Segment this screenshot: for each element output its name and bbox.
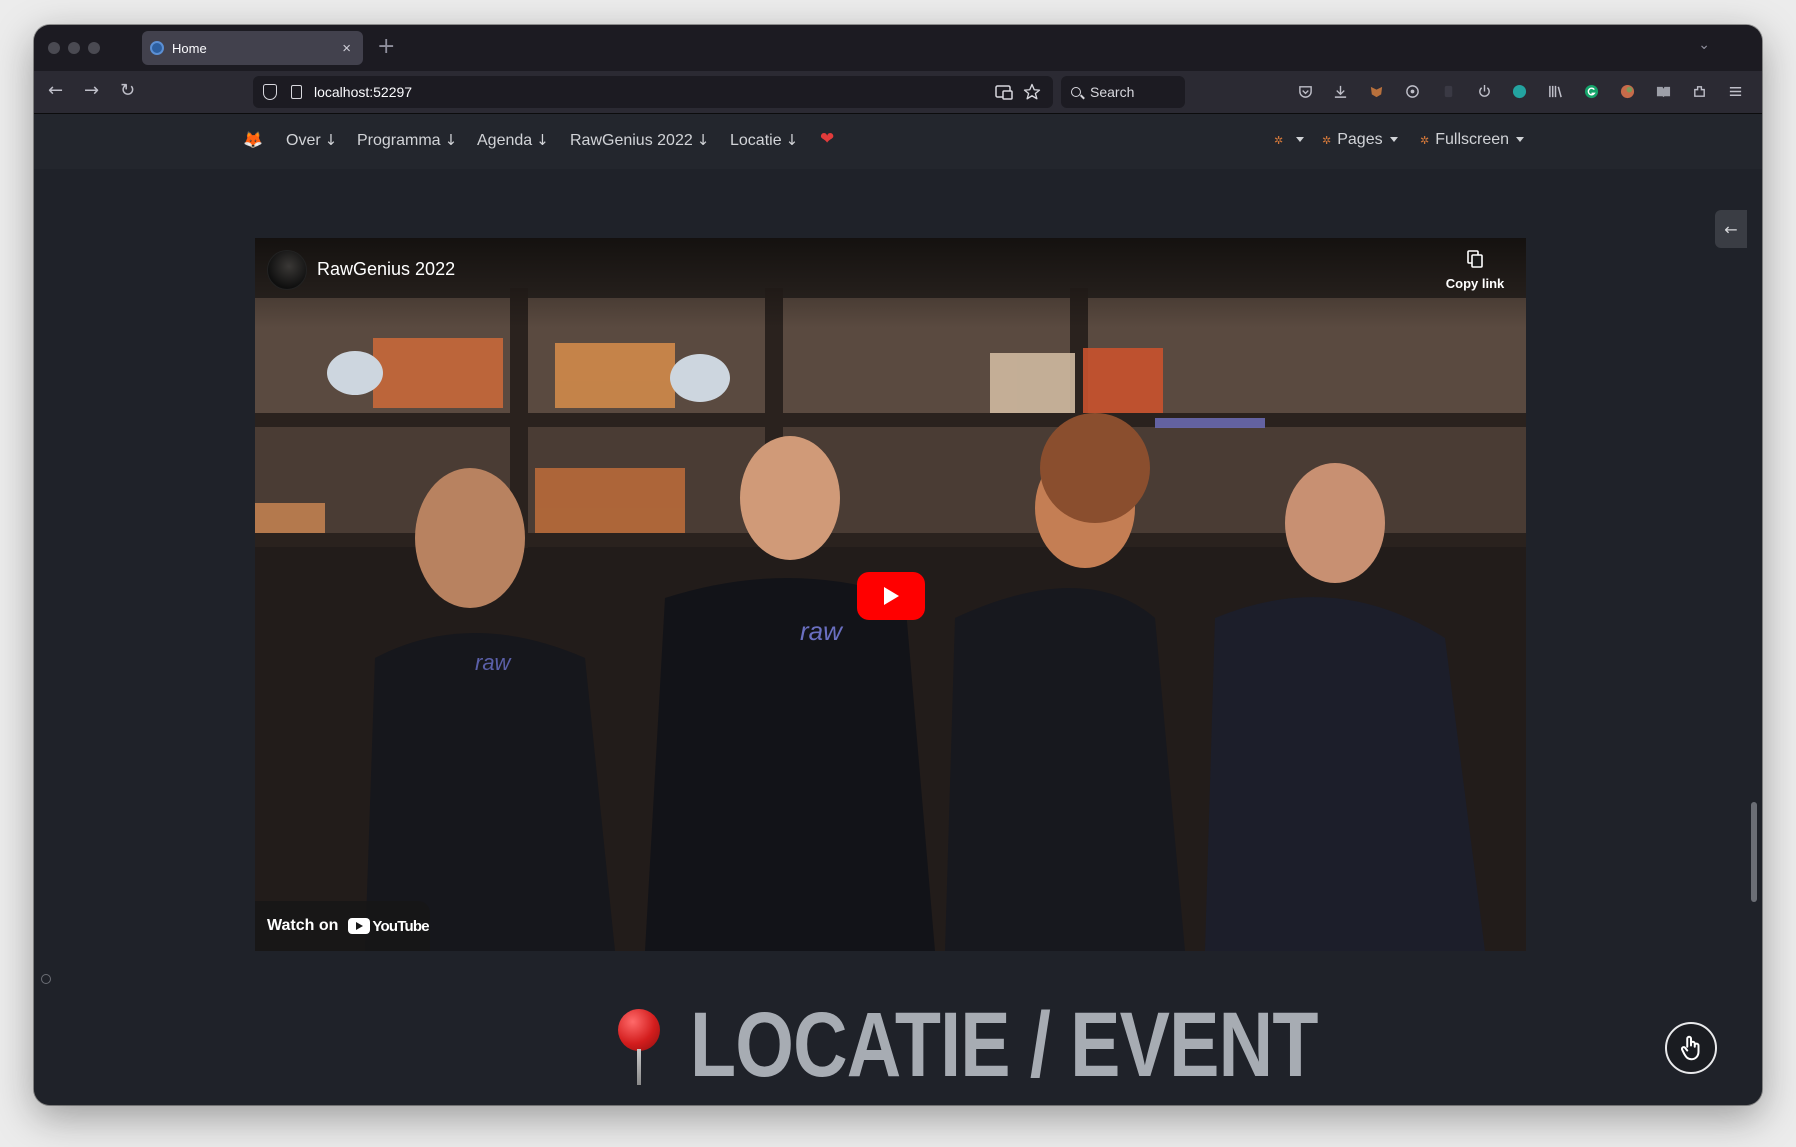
reader-icon[interactable] [1656, 84, 1671, 99]
site-navigation: 🦊 Over ↓ Programma ↓ Agenda ↓ RawGenius 202… [34, 114, 1762, 169]
zoom-window-button[interactable] [88, 42, 100, 54]
arrow-down-icon: ↓ [324, 131, 338, 149]
tab-title: Home [172, 40, 207, 56]
caret-down-icon [1389, 137, 1398, 143]
close-tab-icon[interactable]: × [342, 40, 351, 57]
arrow-down-icon: ↓ [444, 131, 458, 149]
scrollbar-thumb[interactable] [1751, 802, 1757, 902]
page-info-icon[interactable] [291, 85, 302, 99]
new-tab-button[interactable]: + [377, 34, 395, 59]
tab-list-chevron-icon[interactable]: ⌄ [1698, 37, 1710, 53]
info-icon[interactable] [41, 974, 51, 984]
fullscreen-label: Fullscreen [1435, 131, 1510, 148]
tab-home[interactable]: Home × [142, 31, 363, 65]
web-page: 🦊 Over ↓ Programma ↓ Agenda ↓ RawGenius 202… [34, 114, 1762, 1105]
bug-icon: ✲ [1420, 134, 1430, 147]
youtube-logo-icon: YouTube [348, 917, 430, 935]
power-icon[interactable] [1477, 84, 1492, 99]
download-icon[interactable] [1333, 84, 1348, 99]
youtube-embed[interactable]: raw raw RawGenius 2022 Copy link Watch o… [255, 238, 1526, 951]
watch-on-label: Watch on [267, 917, 339, 934]
section-heading: LOCATIE / EVENT [614, 999, 1455, 1105]
menu-icon[interactable] [1728, 84, 1743, 99]
metamask-icon[interactable] [1369, 84, 1384, 99]
nav-item-over[interactable]: Over ↓ [286, 131, 337, 150]
close-window-button[interactable] [48, 42, 60, 54]
star-icon[interactable] [1023, 83, 1041, 101]
grammarly-icon[interactable] [1584, 84, 1599, 99]
play-button[interactable] [857, 572, 925, 620]
bug-icon: ✲ [1322, 134, 1332, 147]
nav-item-label: Agenda [477, 132, 533, 149]
search-label: Search [1090, 84, 1135, 100]
fox-logo-icon[interactable]: 🦊 [243, 130, 263, 149]
arrow-down-icon: ↓ [785, 131, 799, 149]
color-picker-icon[interactable] [1620, 84, 1635, 99]
copy-icon [1467, 250, 1483, 268]
nav-item-agenda[interactable]: Agenda ↓ [477, 131, 549, 150]
tab-bar: Home × + ⌄ [34, 25, 1762, 71]
svg-text:raw: raw [475, 650, 513, 675]
watch-on-youtube-button[interactable]: Watch on YouTube [255, 901, 430, 951]
video-title[interactable]: RawGenius 2022 [317, 259, 455, 280]
search-icon [1071, 87, 1081, 97]
library-icon[interactable] [1548, 84, 1563, 99]
navigation-toolbar: ← → ↻ localhost:52297 Search [34, 71, 1762, 114]
translate-icon[interactable] [995, 84, 1013, 100]
shield-icon[interactable] [263, 84, 277, 100]
pushpin-icon [614, 1009, 662, 1085]
dropdown-theme[interactable]: ✲ [1274, 131, 1305, 149]
nav-item-label: RawGenius 2022 [570, 132, 693, 149]
bitwarden-icon[interactable] [1441, 84, 1456, 99]
copy-link-button[interactable]: Copy link [1444, 250, 1506, 291]
url-text[interactable]: localhost:52297 [314, 84, 995, 100]
momentum-icon[interactable] [1512, 84, 1527, 99]
caret-down-icon [1296, 137, 1305, 143]
minimize-window-button[interactable] [68, 42, 80, 54]
sidebar-toggle-button[interactable]: ← [1715, 210, 1747, 248]
browser-window: Home × + ⌄ ← → ↻ localhost:52297 Search [34, 25, 1762, 1105]
back-button[interactable]: ← [48, 80, 63, 101]
youtube-play-icon [348, 918, 371, 934]
copy-link-label: Copy link [1445, 276, 1505, 291]
bug-icon: ✲ [1274, 134, 1284, 147]
youtube-wordmark: YouTube [372, 917, 429, 935]
nav-item-rawgenius-2022[interactable]: RawGenius 2022 ↓ [570, 131, 709, 150]
arrow-down-icon: ↓ [696, 131, 710, 149]
nav-item-label: Locatie [730, 132, 782, 149]
pointer-hand-button[interactable] [1665, 1022, 1717, 1074]
reload-button[interactable]: ↻ [120, 80, 135, 101]
arrow-left-icon: ← [1724, 219, 1738, 239]
locatie-event-heading: LOCATIE / EVENT [690, 994, 1318, 1096]
hand-pointer-icon [1680, 1035, 1700, 1061]
caret-down-icon [1516, 137, 1525, 143]
extensions-icon[interactable] [1692, 84, 1707, 99]
nav-item-label: Over [286, 132, 321, 149]
globe-icon [150, 41, 164, 55]
privacy-badger-icon[interactable] [1405, 84, 1420, 99]
arrow-down-icon: ↓ [536, 131, 549, 149]
svg-text:raw: raw [800, 616, 844, 646]
nav-item-locatie[interactable]: Locatie ↓ [730, 131, 798, 150]
dropdown-fullscreen[interactable]: ✲ Fullscreen [1420, 131, 1525, 149]
heart-icon[interactable]: ❤ [820, 129, 834, 149]
search-field[interactable]: Search [1061, 76, 1185, 108]
dropdown-pages[interactable]: ✲ Pages [1322, 131, 1398, 149]
video-header-shade [255, 238, 1526, 328]
nav-item-label: Programma [357, 132, 441, 149]
pages-label: Pages [1337, 131, 1383, 148]
url-bar[interactable]: localhost:52297 [253, 76, 1053, 108]
nav-item-programma[interactable]: Programma ↓ [357, 131, 457, 150]
pocket-icon[interactable] [1298, 84, 1313, 99]
forward-button[interactable]: → [84, 80, 99, 101]
channel-avatar[interactable] [267, 250, 307, 290]
